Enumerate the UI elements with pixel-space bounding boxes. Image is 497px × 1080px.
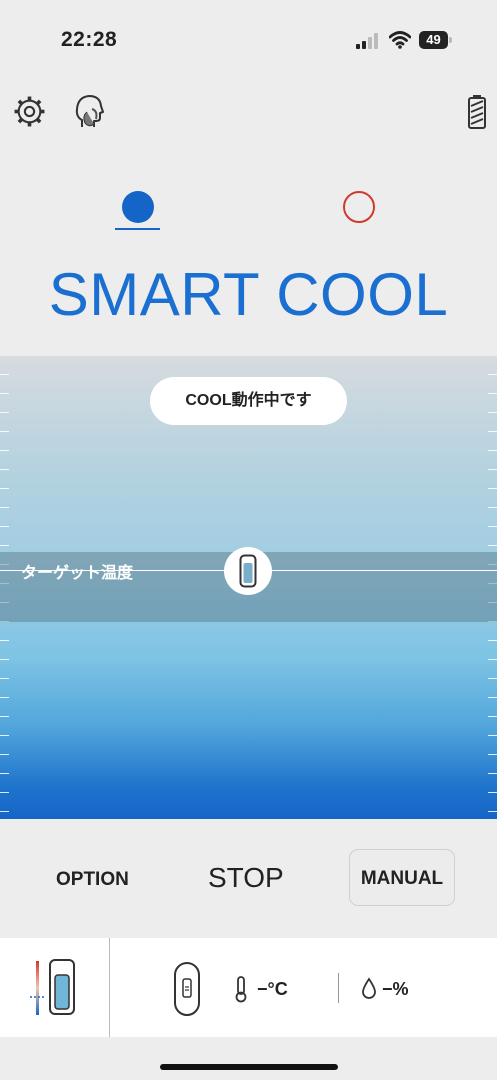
temperature-readout: −°C [257,979,288,999]
target-temperature-label: ターゲット温度 [21,565,134,582]
option-button[interactable]: OPTION [56,869,129,891]
readout-separator [338,973,339,1003]
device-mode-icon [174,962,200,1016]
active-tab-underline [115,228,160,230]
scale-tick [0,393,9,394]
mode-title: SMART COOL [48,261,449,328]
battery-status: 49 [419,31,453,49]
scale-tick [0,792,9,793]
device-level-icon[interactable] [28,958,80,1018]
scale-tick [0,450,9,451]
scale-tick [488,754,497,755]
battery-icon [468,95,486,129]
scale-tick [0,507,9,508]
battery-tip [449,37,452,43]
gear-icon[interactable] [13,95,46,128]
stop-button[interactable]: STOP [208,862,284,894]
scale-tick [0,735,9,736]
scale-tick [0,412,9,413]
scale-tick [488,811,497,812]
status-bar: 22:28 49 [0,0,497,70]
bottom-status-bar: −°C −% [0,938,497,1037]
scale-tick [488,374,497,375]
scale-tick [488,659,497,660]
scale-tick [0,678,9,679]
scale-tick [0,469,9,470]
scale-tick [488,431,497,432]
scale-tick [488,545,497,546]
manual-button[interactable]: MANUAL [349,849,455,906]
scale-tick [0,374,9,375]
scale-tick [0,716,9,717]
mode-tab-cool-indicator[interactable] [122,191,154,223]
scale-tick [488,773,497,774]
bottom-divider [109,938,110,1037]
humidity-readout: −% [382,979,409,999]
operation-status-pill: COOL動作中です [150,377,347,425]
scale-tick [0,488,9,489]
thermometer-icon [235,976,247,1003]
cellular-signal-icon [356,33,378,49]
scale-tick [0,640,9,641]
head-profile-icon[interactable] [72,93,106,131]
mode-tab-warm-indicator[interactable] [343,191,375,223]
scale-tick [488,640,497,641]
scale-tick [0,659,9,660]
scale-tick [0,773,9,774]
wifi-icon [389,31,411,49]
scale-tick [0,754,9,755]
home-indicator [160,1064,338,1070]
scale-tick [488,697,497,698]
scale-tick [488,716,497,717]
scale-tick [488,393,497,394]
scale-tick [0,697,9,698]
status-time: 22:28 [61,28,118,51]
scale-tick [0,526,9,527]
scale-tick [488,678,497,679]
scale-tick [488,526,497,527]
temperature-panel[interactable]: COOL動作中です ターゲット温度 [0,356,497,819]
scale-tick [488,450,497,451]
scale-tick [488,735,497,736]
controls-row: OPTION STOP MANUAL [0,819,497,938]
water-drop-icon [362,977,376,999]
device-icon [239,554,257,588]
scale-tick [488,792,497,793]
scale-tick [0,545,9,546]
scale-tick [0,431,9,432]
scale-tick [488,488,497,489]
scale-tick [488,412,497,413]
scale-tick [0,811,9,812]
battery-percent: 49 [426,32,441,47]
scale-tick [488,469,497,470]
target-temperature-handle[interactable] [224,547,272,595]
scale-tick [488,507,497,508]
